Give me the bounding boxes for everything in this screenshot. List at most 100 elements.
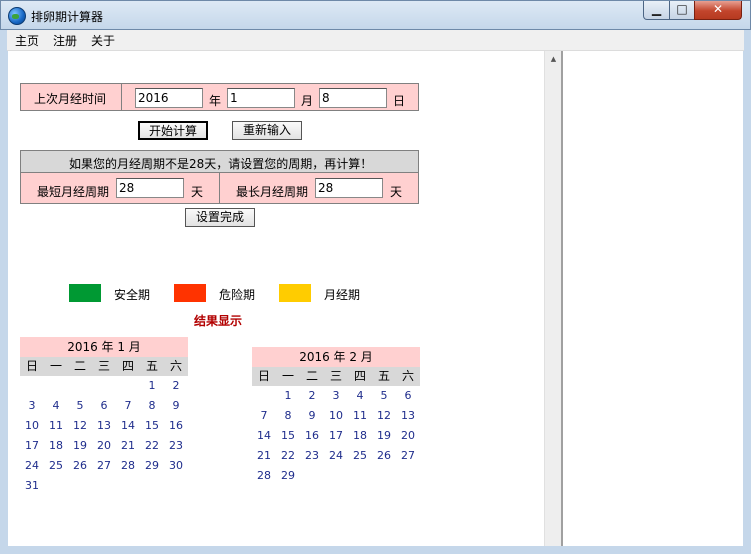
calendar-day[interactable]: 4 xyxy=(44,396,68,416)
calendar-day[interactable]: 1 xyxy=(140,376,164,396)
calendar-day[interactable]: 14 xyxy=(252,426,276,446)
calendar-day[interactable]: 16 xyxy=(300,426,324,446)
calendar-day[interactable]: 25 xyxy=(44,456,68,476)
calendar-day[interactable]: 17 xyxy=(20,436,44,456)
start-calc-button[interactable]: 开始计算 xyxy=(138,121,208,140)
calendar-day[interactable]: 28 xyxy=(252,466,276,486)
calendar-week-row: 31 xyxy=(20,476,188,496)
calendar-week-row: 12 xyxy=(20,376,188,396)
calendar-day[interactable]: 30 xyxy=(164,456,188,476)
calendar-day[interactable]: 13 xyxy=(92,416,116,436)
calendar-day[interactable]: 12 xyxy=(372,406,396,426)
weekday-label: 四 xyxy=(353,369,366,383)
calendar-day[interactable]: 15 xyxy=(276,426,300,446)
calendar-day[interactable]: 22 xyxy=(140,436,164,456)
calendar-day[interactable]: 19 xyxy=(68,436,92,456)
calendar-day xyxy=(92,476,116,496)
calendar-title: 2016 年 1 月 xyxy=(20,337,188,357)
calendar-day[interactable]: 11 xyxy=(44,416,68,436)
calendar-day[interactable]: 2 xyxy=(164,376,188,396)
maximize-button[interactable]: □ xyxy=(669,1,695,20)
calendar-day[interactable]: 27 xyxy=(396,446,420,466)
calendar-day[interactable]: 7 xyxy=(252,406,276,426)
day-input[interactable] xyxy=(319,88,387,108)
legend-swatch-period xyxy=(279,284,311,302)
menu-register[interactable]: 注册 xyxy=(53,32,77,49)
calendar-day[interactable]: 25 xyxy=(348,446,372,466)
month-input[interactable] xyxy=(227,88,295,108)
menu-home[interactable]: 主页 xyxy=(15,32,39,49)
calendar-day[interactable]: 18 xyxy=(348,426,372,446)
calendar-day[interactable]: 26 xyxy=(372,446,396,466)
calendar-day[interactable]: 12 xyxy=(68,416,92,436)
calendar-day[interactable]: 21 xyxy=(116,436,140,456)
calendar-january: 2016 年 1 月日一二三四五六 1 2 3 4 5 6 7 8 9 10 11 12 13 14 15 16… xyxy=(20,337,188,496)
calendar-day[interactable]: 8 xyxy=(140,396,164,416)
calendar-day[interactable]: 24 xyxy=(324,446,348,466)
calendar-day[interactable]: 24 xyxy=(20,456,44,476)
calendar-day xyxy=(44,476,68,496)
calendar-day[interactable]: 6 xyxy=(92,396,116,416)
calendar-day[interactable]: 17 xyxy=(324,426,348,446)
calendar-week-row: 24 25 26 27 28 29 30 xyxy=(20,456,188,476)
calendar-day[interactable]: 9 xyxy=(300,406,324,426)
cycle-note: 如果您的月经周期不是28天，请设置您的周期，再计算！ xyxy=(69,157,373,171)
calendar-day[interactable]: 9 xyxy=(164,396,188,416)
calendar-day[interactable]: 15 xyxy=(140,416,164,436)
calendar-day[interactable]: 7 xyxy=(116,396,140,416)
reset-button[interactable]: 重新输入 xyxy=(232,121,302,140)
calendar-day[interactable]: 6 xyxy=(396,386,420,406)
calendar-day[interactable]: 19 xyxy=(372,426,396,446)
last-period-label-cell: 上次月经时间 xyxy=(21,84,122,110)
calendar-day[interactable]: 14 xyxy=(116,416,140,436)
calendar-day[interactable]: 21 xyxy=(252,446,276,466)
calendar-day[interactable]: 8 xyxy=(276,406,300,426)
calendar-day[interactable]: 10 xyxy=(20,416,44,436)
calendar-day xyxy=(324,466,348,486)
calendar-day[interactable]: 18 xyxy=(44,436,68,456)
calendar-day[interactable]: 13 xyxy=(396,406,420,426)
close-button[interactable]: ✕ xyxy=(694,1,742,20)
settings-done-button[interactable]: 设置完成 xyxy=(185,208,255,227)
calendar-day[interactable]: 20 xyxy=(92,436,116,456)
calendar-day xyxy=(92,376,116,396)
maximize-icon: □ xyxy=(676,2,688,16)
calendar-day[interactable]: 11 xyxy=(348,406,372,426)
legend-label-period: 月经期 xyxy=(324,288,361,302)
calendar-week-row: 28 29 xyxy=(252,466,420,486)
menu-about[interactable]: 关于 xyxy=(91,32,115,49)
calendar-day[interactable]: 23 xyxy=(300,446,324,466)
calendar-day[interactable]: 3 xyxy=(20,396,44,416)
vertical-scrollbar[interactable]: ▲ xyxy=(544,51,561,546)
calendar-day[interactable]: 23 xyxy=(164,436,188,456)
calendar-day[interactable]: 31 xyxy=(20,476,44,496)
calendar-day[interactable]: 20 xyxy=(396,426,420,446)
title-bar: 排卵期计算器 ▁ □ ✕ xyxy=(0,0,751,30)
calendar-day[interactable]: 1 xyxy=(276,386,300,406)
scroll-up-arrow-icon[interactable]: ▲ xyxy=(545,51,562,68)
calendar-day[interactable]: 3 xyxy=(324,386,348,406)
calendar-day[interactable]: 16 xyxy=(164,416,188,436)
weekday-label: 三 xyxy=(97,359,110,373)
weekday-label: 日 xyxy=(25,359,38,373)
year-unit: 年 xyxy=(209,94,222,108)
min-cycle-input[interactable] xyxy=(116,178,184,198)
calendar-day[interactable]: 2 xyxy=(300,386,324,406)
calendar-day[interactable]: 29 xyxy=(140,456,164,476)
calendar-day[interactable]: 4 xyxy=(348,386,372,406)
weekday-label: 五 xyxy=(377,369,390,383)
calendar-day[interactable]: 28 xyxy=(116,456,140,476)
max-cycle-input[interactable] xyxy=(315,178,383,198)
calendar-day[interactable]: 5 xyxy=(372,386,396,406)
calendar-day[interactable]: 5 xyxy=(68,396,92,416)
calendar-day[interactable]: 22 xyxy=(276,446,300,466)
calendar-day xyxy=(396,466,420,486)
weekday-label: 日 xyxy=(257,369,270,383)
calendar-day xyxy=(140,476,164,496)
minimize-button[interactable]: ▁ xyxy=(643,1,670,20)
calendar-day[interactable]: 27 xyxy=(92,456,116,476)
year-input[interactable] xyxy=(135,88,203,108)
calendar-day[interactable]: 26 xyxy=(68,456,92,476)
calendar-day[interactable]: 29 xyxy=(276,466,300,486)
calendar-day[interactable]: 10 xyxy=(324,406,348,426)
